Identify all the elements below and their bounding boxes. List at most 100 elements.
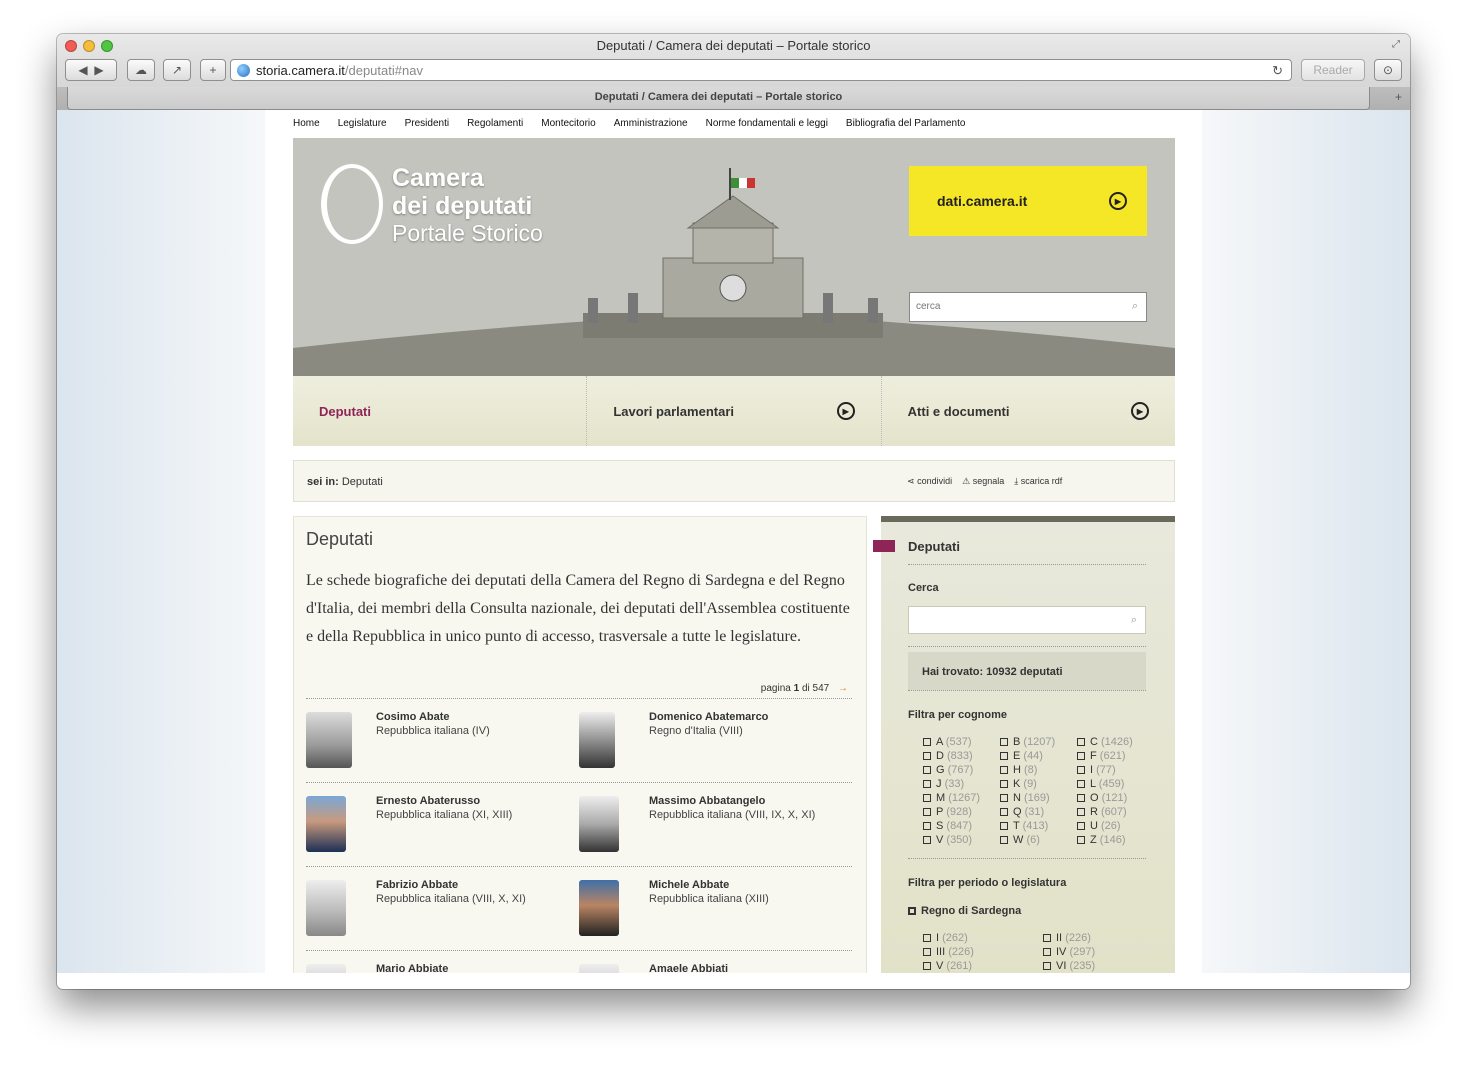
filter-letter-m[interactable]: M (1267): [923, 792, 1000, 806]
checkbox[interactable]: [923, 738, 931, 746]
checkbox[interactable]: [1000, 752, 1008, 760]
checkbox[interactable]: [1043, 948, 1051, 956]
checkbox[interactable]: [1077, 780, 1085, 788]
filter-letter-f[interactable]: F (621): [1077, 750, 1143, 764]
filter-letter-l[interactable]: L (459): [1077, 778, 1143, 792]
checkbox[interactable]: [923, 822, 931, 830]
downloads-button[interactable]: ⊙: [1374, 59, 1402, 81]
filter-letter-p[interactable]: P (928): [923, 806, 1000, 820]
add-bookmark-button[interactable]: +: [200, 59, 226, 81]
filter-letter-v[interactable]: V (350): [923, 834, 1000, 848]
filter-legislature[interactable]: II (226): [1043, 932, 1143, 946]
filter-legislature[interactable]: III (226): [923, 946, 1043, 960]
checkbox[interactable]: [908, 907, 916, 915]
filter-letter-z[interactable]: Z (146): [1077, 834, 1143, 848]
checkbox[interactable]: [1000, 808, 1008, 816]
deputy-name[interactable]: Ernesto Abaterusso: [376, 795, 480, 807]
back-forward-buttons[interactable]: ◀ ▶: [65, 59, 117, 81]
reader-button[interactable]: Reader: [1301, 59, 1365, 81]
deputy-card[interactable]: Ernesto Abaterusso Repubblica italiana (…: [306, 783, 579, 866]
deputy-card[interactable]: Cosimo Abate Repubblica italiana (IV): [306, 699, 579, 782]
topnav-legislature[interactable]: Legislature: [338, 118, 387, 129]
topnav-montecitorio[interactable]: Montecitorio: [541, 118, 595, 129]
section-atti-documenti[interactable]: Atti e documenti ▶: [882, 376, 1175, 446]
filter-letter-c[interactable]: C (1426): [1077, 736, 1143, 750]
filter-letter-r[interactable]: R (607): [1077, 806, 1143, 820]
deputy-name[interactable]: Cosimo Abate: [376, 711, 450, 723]
checkbox[interactable]: [1000, 822, 1008, 830]
checkbox[interactable]: [1077, 822, 1085, 830]
filter-legislature[interactable]: I (262): [923, 932, 1043, 946]
section-lavori-parlamentari[interactable]: Lavori parlamentari ▶: [587, 376, 882, 446]
search-icon[interactable]: ⌕: [1131, 614, 1137, 627]
report-action[interactable]: ⚠ segnala: [962, 476, 1004, 487]
checkbox[interactable]: [1000, 780, 1008, 788]
back-icon[interactable]: ◀: [78, 63, 87, 77]
deputy-name[interactable]: Massimo Abbatangelo: [649, 795, 765, 807]
checkbox[interactable]: [1000, 836, 1008, 844]
icloud-tabs-button[interactable]: ☁: [127, 59, 155, 81]
filter-letter-g[interactable]: G (767): [923, 764, 1000, 778]
filter-letter-a[interactable]: A (537): [923, 736, 1000, 750]
checkbox[interactable]: [1043, 962, 1051, 970]
checkbox[interactable]: [1077, 752, 1085, 760]
filter-letter-t[interactable]: T (413): [1000, 820, 1077, 834]
filter-letter-w[interactable]: W (6): [1000, 834, 1077, 848]
forward-icon[interactable]: ▶: [94, 63, 103, 77]
checkbox[interactable]: [923, 962, 931, 970]
filter-letter-o[interactable]: O (121): [1077, 792, 1143, 806]
checkbox[interactable]: [1077, 766, 1085, 774]
filter-letter-j[interactable]: J (33): [923, 778, 1000, 792]
filter-letter-d[interactable]: D (833): [923, 750, 1000, 764]
section-deputati[interactable]: Deputati: [293, 376, 588, 446]
checkbox[interactable]: [923, 780, 931, 788]
checkbox[interactable]: [923, 934, 931, 942]
filter-letter-i[interactable]: I (77): [1077, 764, 1143, 778]
checkbox[interactable]: [923, 794, 931, 802]
deputy-card[interactable]: Massimo Abbatangelo Repubblica italiana …: [579, 783, 852, 866]
checkbox[interactable]: [1077, 808, 1085, 816]
filter-letter-h[interactable]: H (8): [1000, 764, 1077, 778]
share-action[interactable]: ⋖ condividi: [907, 476, 952, 487]
dati-camera-button[interactable]: dati.camera.it ▶: [909, 166, 1147, 236]
checkbox[interactable]: [923, 836, 931, 844]
deputy-card[interactable]: Fabrizio Abbate Repubblica italiana (VII…: [306, 867, 579, 950]
site-search-input[interactable]: cerca ⌕: [909, 292, 1147, 322]
filter-letter-q[interactable]: Q (31): [1000, 806, 1077, 820]
deputy-card[interactable]: Domenico Abatemarco Regno d'Italia (VIII…: [579, 699, 852, 782]
filter-letter-b[interactable]: B (1207): [1000, 736, 1077, 750]
checkbox[interactable]: [923, 766, 931, 774]
deputy-name[interactable]: Amaele Abbiati: [649, 963, 728, 973]
topnav-home[interactable]: Home: [293, 118, 320, 129]
checkbox[interactable]: [1000, 766, 1008, 774]
fullscreen-icon[interactable]: ⤢: [1392, 39, 1400, 50]
checkbox[interactable]: [1000, 738, 1008, 746]
checkbox[interactable]: [1000, 794, 1008, 802]
filter-legislature[interactable]: VI (235): [1043, 960, 1143, 973]
topnav-presidenti[interactable]: Presidenti: [405, 118, 449, 129]
reload-icon[interactable]: ↻: [1272, 63, 1283, 79]
topnav-regolamenti[interactable]: Regolamenti: [467, 118, 523, 129]
checkbox[interactable]: [1077, 794, 1085, 802]
deputy-name[interactable]: Fabrizio Abbate: [376, 879, 458, 891]
deputy-card[interactable]: Amaele Abbiati: [579, 951, 852, 973]
deputy-name[interactable]: Michele Abbate: [649, 879, 729, 891]
tab-active[interactable]: Deputati / Camera dei deputati – Portale…: [67, 87, 1370, 110]
checkbox[interactable]: [1077, 738, 1085, 746]
next-page-icon[interactable]: →: [838, 683, 848, 694]
deputy-card[interactable]: Mario Abbiate: [306, 951, 579, 973]
filter-letter-u[interactable]: U (26): [1077, 820, 1143, 834]
filter-group-regno-sardegna[interactable]: Regno di Sardegna: [908, 905, 1021, 917]
deputy-name[interactable]: Mario Abbiate: [376, 963, 448, 973]
filter-letter-k[interactable]: K (9): [1000, 778, 1077, 792]
checkbox[interactable]: [923, 752, 931, 760]
deputy-card[interactable]: Michele Abbate Repubblica italiana (XIII…: [579, 867, 852, 950]
download-rdf-action[interactable]: ⤓ scarica rdf: [1014, 476, 1062, 487]
topnav-amministrazione[interactable]: Amministrazione: [614, 118, 688, 129]
share-button[interactable]: ↗: [163, 59, 191, 81]
sidebar-search-input[interactable]: ⌕: [908, 606, 1146, 634]
new-tab-icon[interactable]: +: [1395, 90, 1402, 104]
search-icon[interactable]: ⌕: [1132, 300, 1138, 313]
checkbox[interactable]: [923, 808, 931, 816]
filter-legislature[interactable]: IV (297): [1043, 946, 1143, 960]
